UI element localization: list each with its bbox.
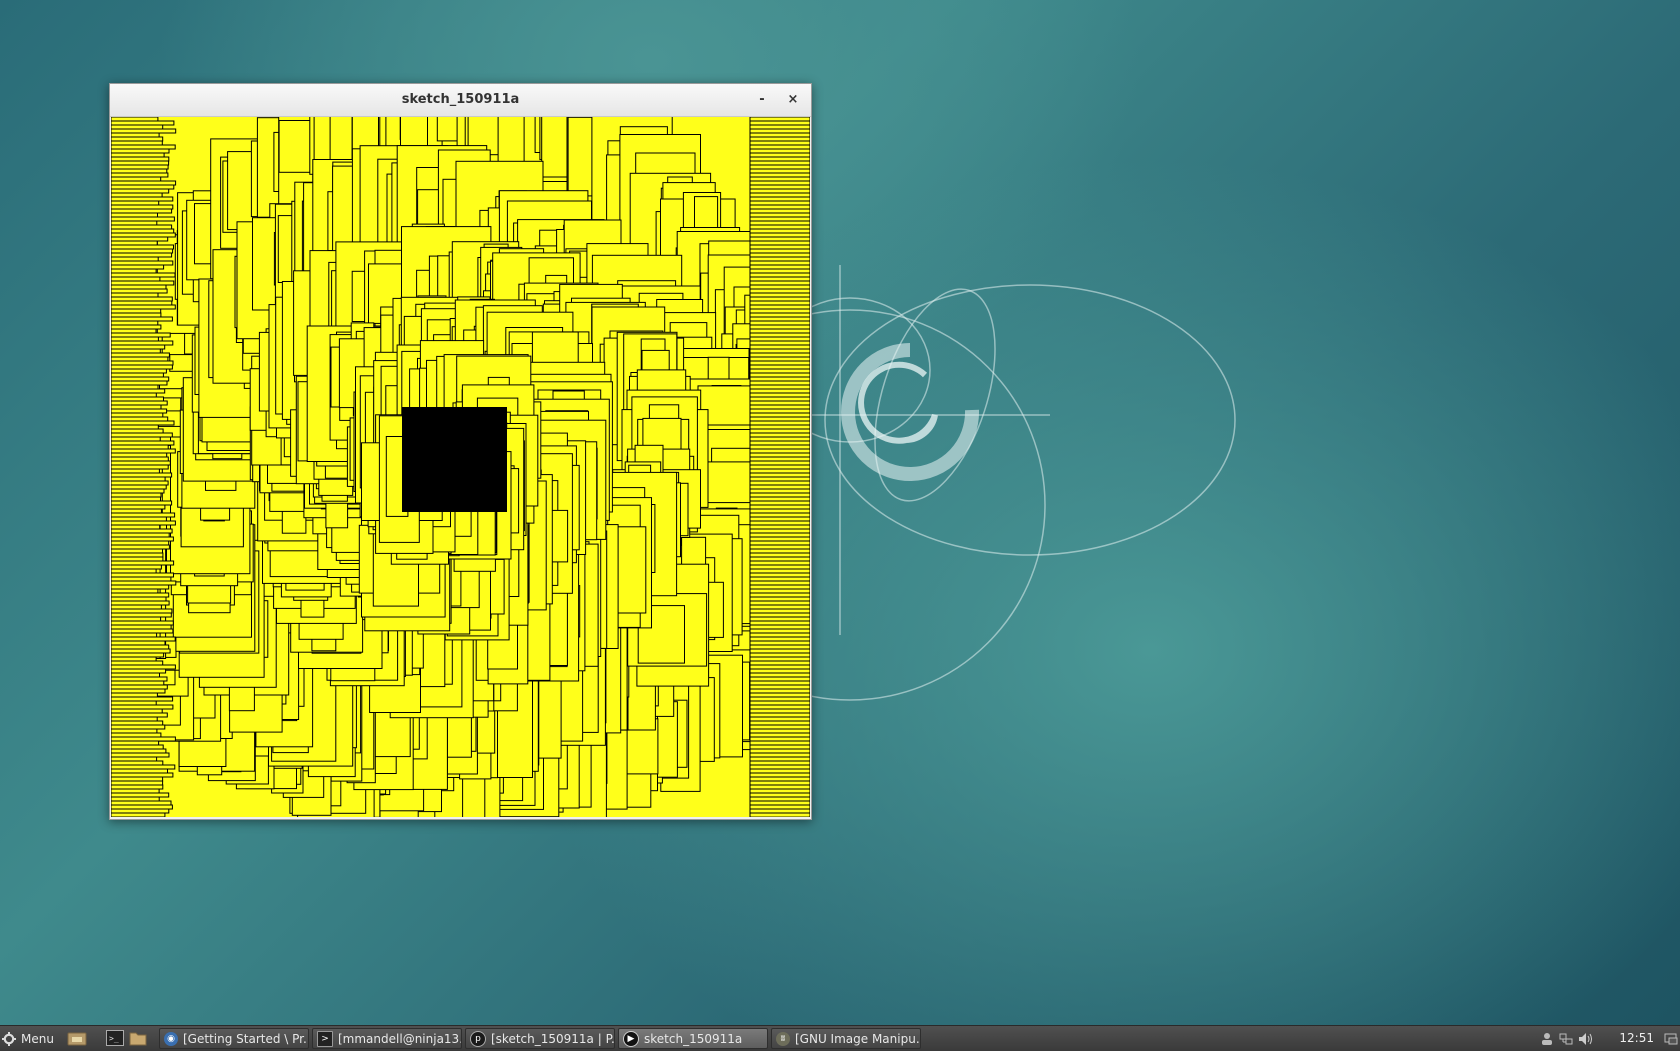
sketch-canvas[interactable] (111, 117, 810, 817)
gear-icon (2, 1031, 16, 1046)
task-sketch-running[interactable]: ▶ sketch_150911a (618, 1028, 768, 1049)
sketch-window[interactable]: sketch_150911a - × (109, 83, 812, 820)
window-titlebar[interactable]: sketch_150911a - × (110, 84, 811, 117)
clock[interactable]: 12:51 (1619, 1031, 1654, 1045)
task-processing-editor[interactable]: p [sketch_150911a | P... (465, 1028, 615, 1049)
task-label: [sketch_150911a | P... (491, 1031, 615, 1046)
folder-launcher-icon[interactable] (129, 1030, 147, 1046)
system-tray: 12:51 (1540, 1026, 1680, 1051)
task-label: [GNU Image Manipu... (795, 1031, 921, 1046)
play-icon: ▶ (623, 1030, 639, 1047)
volume-icon[interactable] (1578, 1032, 1592, 1045)
task-label: [Getting Started \ Pr... (183, 1031, 309, 1046)
sketch-drawing (111, 117, 810, 817)
terminal-icon: > (317, 1030, 333, 1047)
taskbar: Menu >_ ◉ [Getting Started \ Pr... > [mm… (0, 1025, 1680, 1051)
task-terminal[interactable]: > [mmandell@ninja13... (312, 1028, 462, 1049)
terminal-launcher-icon[interactable]: >_ (106, 1030, 124, 1046)
close-button[interactable]: × (783, 90, 803, 110)
task-label: [mmandell@ninja13... (338, 1031, 462, 1046)
svg-text:>_: >_ (109, 1034, 119, 1043)
file-manager-launcher-icon[interactable] (67, 1030, 87, 1046)
menu-label: Menu (21, 1031, 54, 1046)
task-getting-started[interactable]: ◉ [Getting Started \ Pr... (159, 1028, 309, 1049)
network-icon[interactable] (1559, 1032, 1573, 1045)
display-icon[interactable] (1664, 1032, 1678, 1045)
gimp-icon: ʬ (776, 1031, 790, 1046)
task-gimp[interactable]: ʬ [GNU Image Manipu... (771, 1028, 921, 1049)
menu-button[interactable]: Menu (2, 1026, 60, 1051)
window-title: sketch_150911a (401, 92, 520, 107)
processing-icon: p (470, 1030, 486, 1047)
browser-icon: ◉ (164, 1031, 178, 1046)
minimize-button[interactable]: - (752, 90, 772, 110)
task-label: sketch_150911a (644, 1031, 743, 1046)
desktop-background: sketch_150911a - × (0, 0, 1680, 1025)
user-icon[interactable] (1540, 1032, 1554, 1045)
